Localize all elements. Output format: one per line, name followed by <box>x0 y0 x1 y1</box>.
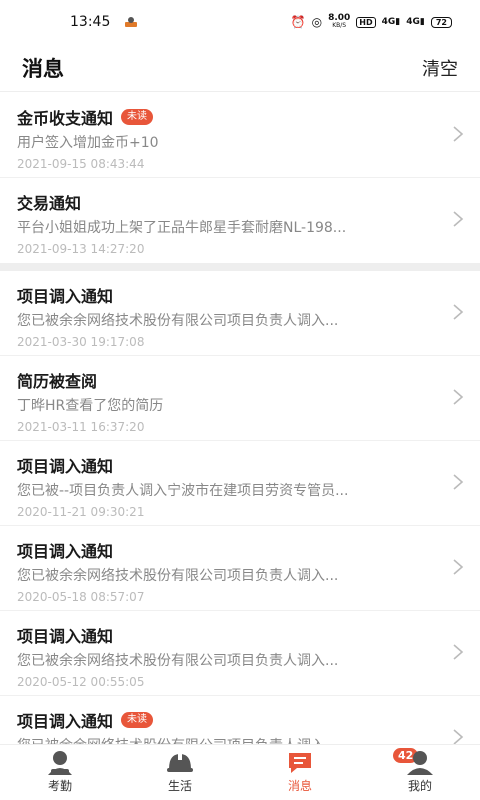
tab-attendance[interactable]: 考勤 <box>0 745 120 800</box>
section-divider <box>0 263 480 271</box>
message-body: 您已被余余网络技术股份有限公司项目负责人调入... <box>17 653 339 669</box>
message-item[interactable]: 项目调入通知 您已被余余网络技术股份有限公司项目负责人调入... 2020-05… <box>0 526 480 611</box>
message-time: 2021-03-30 19:17:08 <box>17 335 145 349</box>
user-icon <box>407 751 433 775</box>
unread-badge: 未读 <box>121 109 154 125</box>
battery-icon: 72 <box>430 16 452 28</box>
alarm-icon: ⏰ <box>290 15 306 29</box>
chevron-right-icon <box>453 211 464 227</box>
message-body: 丁晔HR查看了您的简历 <box>17 398 164 414</box>
status-bar: 13:45 ⏰ ◎ 8.00 KB/S HD 4G▮ 4G▮ 72 <box>0 0 480 44</box>
message-item[interactable]: 项目调入通知 您已被--项目负责人调入宁波市在建项目劳资专管员... 2020-… <box>0 441 480 526</box>
chevron-right-icon <box>453 729 464 745</box>
message-item[interactable]: 交易通知 平台小姐姐成功上架了正品牛郎星手套耐磨NL-198... 2021-0… <box>0 178 480 263</box>
tab-label: 生活 <box>167 779 192 793</box>
tab-messages[interactable]: 消息 42 <box>240 745 420 800</box>
message-title: 项目调入通知 <box>17 457 114 476</box>
tab-label: 我的 <box>407 779 432 793</box>
message-time: 2020-05-12 00:55:05 <box>17 675 145 689</box>
message-time: 2021-09-13 14:27:20 <box>17 242 145 256</box>
message-item[interactable]: 项目调入通知 您已被余余网络技术股份有限公司项目负责人调入... 2021-03… <box>0 271 480 356</box>
chevron-right-icon <box>453 474 464 490</box>
signal-4g-icon: 4G▮ <box>381 17 401 27</box>
signal-4g-icon-2: 4G▮ <box>406 17 425 27</box>
helmet-icon <box>167 752 193 772</box>
message-body: 您已被--项目负责人调入宁波市在建项目劳资专管员... <box>17 483 349 499</box>
message-item[interactable]: 简历被查阅 丁晔HR查看了您的简历 2021-03-11 16:37:20 <box>0 356 480 441</box>
message-item[interactable]: 项目调入通知 您已被余余网络技术股份有限公司项目负责人调入... 2020-05… <box>0 611 480 696</box>
message-title: 简历被查阅 <box>17 372 98 391</box>
message-time: 2020-11-21 09:30:21 <box>17 505 145 519</box>
tab-mine[interactable]: 我的 <box>360 745 480 800</box>
message-body: 用户签入增加金币+10 <box>17 135 159 151</box>
tab-label: 消息 <box>287 779 312 793</box>
message-title: 项目调入通知 <box>17 542 114 561</box>
network-speed: 8.00 KB/S <box>328 13 351 30</box>
message-title: 项目调入通知 <box>17 712 114 731</box>
location-icon: ◎ <box>311 15 323 29</box>
tab-label: 考勤 <box>47 779 72 793</box>
page-title: 消息 <box>22 56 64 81</box>
clear-button[interactable]: 清空 <box>422 55 458 81</box>
message-title: 项目调入通知 <box>17 287 114 306</box>
message-title: 项目调入通知 <box>17 627 114 646</box>
message-item[interactable]: 项目调入通知 未读 您已被余余网络技术股份有限公司项目负责人调入... <box>0 696 480 745</box>
tab-life[interactable]: 生活 <box>120 745 240 800</box>
unread-badge: 未读 <box>121 712 154 728</box>
bottom-tab-bar: 考勤 生活 消息 42 我的 <box>0 744 480 800</box>
message-time: 2021-03-11 16:37:20 <box>17 420 145 434</box>
person-icon <box>48 751 72 775</box>
message-time: 2021-09-15 08:43:44 <box>17 157 145 171</box>
message-item[interactable]: 金币收支通知 未读 用户签入增加金币+10 2021-09-15 08:43:4… <box>0 93 480 178</box>
chevron-right-icon <box>453 126 464 142</box>
message-time: 2020-05-18 08:57:07 <box>17 590 145 604</box>
page-header: 消息 清空 <box>0 44 480 92</box>
message-body: 您已被余余网络技术股份有限公司项目负责人调入... <box>17 568 339 584</box>
status-time: 13:45 <box>70 14 111 30</box>
chevron-right-icon <box>453 389 464 405</box>
hd-icon: HD <box>356 16 376 28</box>
message-icon <box>289 753 311 773</box>
message-body: 平台小姐姐成功上架了正品牛郎星手套耐磨NL-198... <box>17 220 347 236</box>
chevron-right-icon <box>453 559 464 575</box>
app-notification-icon <box>125 17 138 27</box>
message-body: 您已被余余网络技术股份有限公司项目负责人调入... <box>17 313 339 329</box>
message-title: 金币收支通知 <box>17 109 114 128</box>
message-list: 金币收支通知 未读 用户签入增加金币+10 2021-09-15 08:43:4… <box>0 93 480 745</box>
message-title: 交易通知 <box>17 194 82 213</box>
chevron-right-icon <box>453 304 464 320</box>
chevron-right-icon <box>453 644 464 660</box>
